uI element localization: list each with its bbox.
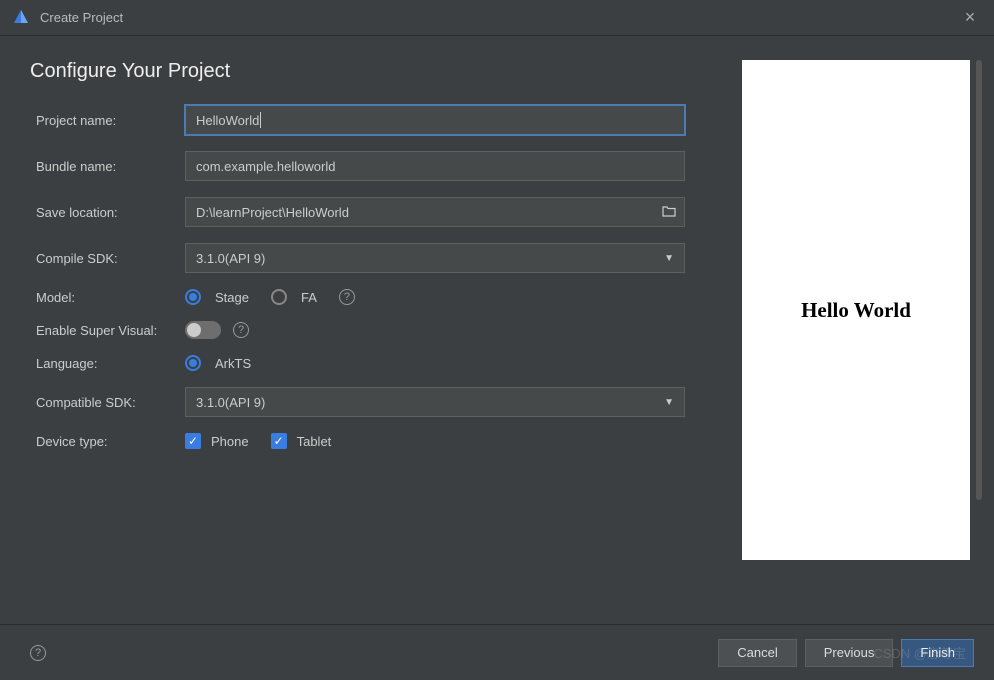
row-compile-sdk: Compile SDK: 3.1.0(API 9) ▼	[30, 243, 722, 273]
close-icon[interactable]: ×	[958, 6, 982, 30]
project-name-value: HelloWorld	[196, 113, 259, 128]
window-title: Create Project	[40, 10, 123, 25]
chevron-down-icon: ▼	[664, 253, 674, 264]
checkbox-tablet[interactable]: ✓	[271, 433, 287, 449]
page-title: Configure Your Project	[30, 60, 722, 83]
checkbox-phone[interactable]: ✓	[185, 433, 201, 449]
row-save-location: Save location: D:\learnProject\HelloWorl…	[30, 197, 722, 227]
compile-sdk-select[interactable]: 3.1.0(API 9) ▼	[185, 243, 685, 273]
finish-button[interactable]: Finish	[901, 639, 974, 667]
label-device-type: Device type:	[30, 434, 185, 449]
text-cursor	[260, 112, 261, 128]
preview-device: Hello World	[742, 60, 970, 560]
form-area: Configure Your Project Project name: Hel…	[30, 60, 742, 594]
radio-label-stage: Stage	[215, 290, 249, 305]
label-compile-sdk: Compile SDK:	[30, 251, 185, 266]
help-icon-model[interactable]: ?	[339, 289, 355, 305]
radio-model-fa[interactable]	[271, 289, 287, 305]
label-save-location: Save location:	[30, 205, 185, 220]
chevron-down-icon: ▼	[664, 397, 674, 408]
save-location-input[interactable]: D:\learnProject\HelloWorld	[185, 197, 685, 227]
scrollbar[interactable]	[976, 60, 982, 500]
compile-sdk-value: 3.1.0(API 9)	[196, 251, 265, 266]
preview-text: Hello World	[801, 298, 911, 323]
checkbox-label-tablet: Tablet	[297, 434, 332, 449]
label-bundle-name: Bundle name:	[30, 159, 185, 174]
project-name-input[interactable]: HelloWorld	[185, 105, 685, 135]
radio-label-fa: FA	[301, 290, 317, 305]
row-compatible-sdk: Compatible SDK: 3.1.0(API 9) ▼	[30, 387, 722, 417]
bundle-name-input[interactable]: com.example.helloworld	[185, 151, 685, 181]
row-project-name: Project name: HelloWorld	[30, 105, 722, 135]
cancel-button[interactable]: Cancel	[718, 639, 796, 667]
label-project-name: Project name:	[30, 113, 185, 128]
content-area: Configure Your Project Project name: Hel…	[0, 36, 994, 594]
checkbox-label-phone: Phone	[211, 434, 249, 449]
bundle-name-value: com.example.helloworld	[196, 159, 335, 174]
row-bundle-name: Bundle name: com.example.helloworld	[30, 151, 722, 181]
toggle-super-visual[interactable]	[185, 321, 221, 339]
titlebar: Create Project ×	[0, 0, 994, 36]
previous-button[interactable]: Previous	[805, 639, 894, 667]
radio-model-stage[interactable]	[185, 289, 201, 305]
row-model: Model: Stage FA ?	[30, 289, 722, 305]
preview-area: Hello World	[742, 60, 970, 594]
help-icon-dialog[interactable]: ?	[30, 645, 46, 661]
label-compatible-sdk: Compatible SDK:	[30, 395, 185, 410]
bottom-bar: ? Cancel Previous Finish	[0, 624, 994, 680]
radio-language-arkts[interactable]	[185, 355, 201, 371]
row-device-type: Device type: ✓ Phone ✓ Tablet	[30, 433, 722, 449]
folder-browse-icon[interactable]	[662, 205, 676, 220]
help-icon-super-visual[interactable]: ?	[233, 322, 249, 338]
save-location-value: D:\learnProject\HelloWorld	[196, 205, 349, 220]
label-model: Model:	[30, 290, 185, 305]
compatible-sdk-select[interactable]: 3.1.0(API 9) ▼	[185, 387, 685, 417]
radio-label-arkts: ArkTS	[215, 356, 251, 371]
row-language: Language: ArkTS	[30, 355, 722, 371]
label-super-visual: Enable Super Visual:	[30, 323, 185, 338]
row-super-visual: Enable Super Visual: ?	[30, 321, 722, 339]
compatible-sdk-value: 3.1.0(API 9)	[196, 395, 265, 410]
label-language: Language:	[30, 356, 185, 371]
app-logo-icon	[12, 9, 30, 27]
